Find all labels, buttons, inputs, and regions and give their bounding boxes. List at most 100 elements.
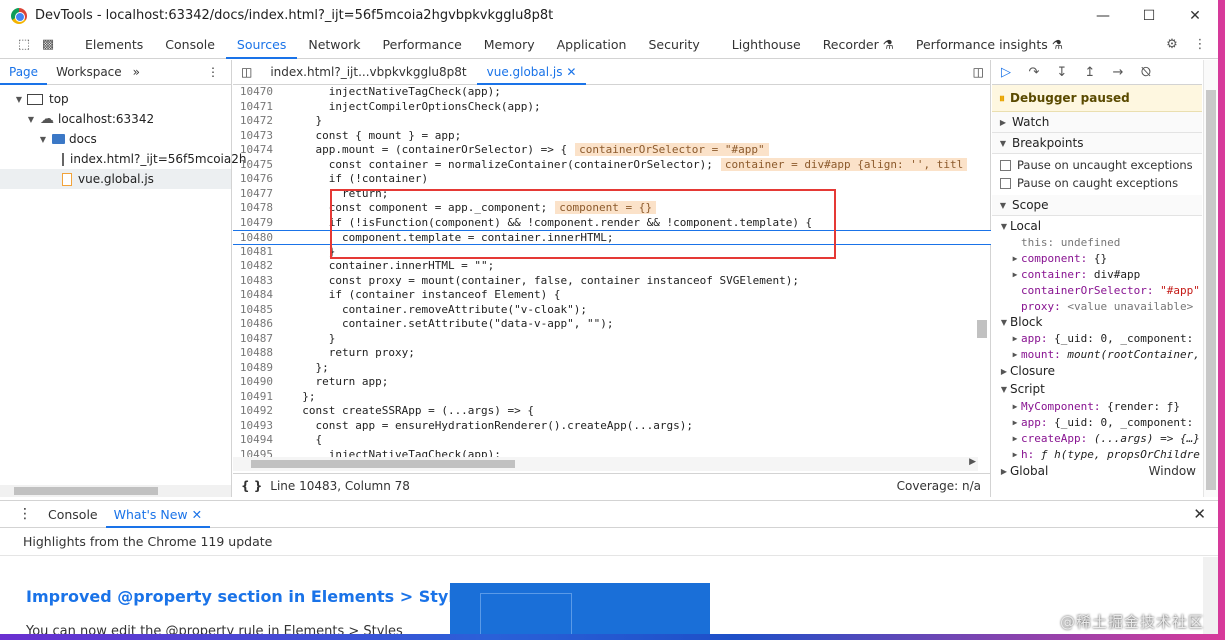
tab-application[interactable]: Application: [546, 31, 638, 59]
line-number[interactable]: 10476: [233, 172, 277, 187]
step-out-icon[interactable]: ↥: [1076, 62, 1104, 82]
debugger-scrollbar[interactable]: [1203, 60, 1218, 497]
inspect-element-icon[interactable]: ⬚: [12, 35, 36, 55]
code-vertical-scrollbar[interactable]: [977, 320, 987, 338]
code-line[interactable]: 10474 app.mount = (containerOrSelector) …: [233, 143, 991, 158]
settings-gear-icon[interactable]: ⚙: [1160, 35, 1184, 55]
deactivate-breakpoints-icon[interactable]: ⦰: [1132, 62, 1160, 82]
scope-var[interactable]: ▶ app: {_uid: 0, _component:: [992, 330, 1202, 346]
tree-item-host[interactable]: ▼ ☁ localhost:63342: [0, 109, 231, 129]
tree-item-index-html[interactable]: index.html?_ijt=56f5mcoia2h: [0, 149, 246, 169]
close-tab-icon[interactable]: ✕: [566, 65, 576, 79]
scope-var[interactable]: containerOrSelector: "#app": [992, 282, 1202, 298]
line-number[interactable]: 10493: [233, 419, 277, 434]
drawer-scrollbar[interactable]: [1203, 557, 1218, 634]
maximize-icon[interactable]: ☐: [1126, 0, 1172, 31]
code-line[interactable]: 10471 injectCompilerOptionsCheck(app);: [233, 100, 991, 115]
pretty-print-icon[interactable]: { }: [233, 479, 270, 493]
tab-page[interactable]: Page: [0, 60, 48, 85]
line-number[interactable]: 10489: [233, 361, 277, 376]
line-number[interactable]: 10479: [233, 216, 277, 231]
toggle-debugger-icon[interactable]: ◫: [963, 60, 990, 85]
code-line[interactable]: 10490 return app;: [233, 375, 991, 390]
navigator-scrollbar[interactable]: [0, 485, 231, 497]
scope-var[interactable]: ▶ createApp: (...args) => {…}: [992, 430, 1202, 446]
scope-closure[interactable]: ▶ Closure: [992, 362, 1202, 380]
drawer-tab-whats-new[interactable]: What's New ✕: [105, 501, 211, 528]
step-over-icon[interactable]: ↷: [1020, 62, 1048, 82]
code-line[interactable]: 10472 }: [233, 114, 991, 129]
scope-var[interactable]: ▶ MyComponent: {render: ƒ}: [992, 398, 1202, 414]
scope-script[interactable]: ▼ Script: [992, 380, 1202, 398]
line-number[interactable]: 10471: [233, 100, 277, 115]
close-drawer-icon[interactable]: ✕: [1185, 501, 1218, 528]
line-number[interactable]: 10491: [233, 390, 277, 405]
scope-global[interactable]: ▶ Global Window: [992, 462, 1202, 480]
pause-caught-checkbox[interactable]: Pause on caught exceptions: [992, 174, 1202, 192]
section-watch[interactable]: ▶ Watch: [992, 112, 1202, 133]
scope-local[interactable]: ▼ Local: [992, 218, 1202, 234]
tab-memory[interactable]: Memory: [473, 31, 546, 59]
code-line[interactable]: 10495 injectNativeTagCheck(app);: [233, 448, 991, 458]
line-number[interactable]: 10494: [233, 433, 277, 448]
tree-item-docs[interactable]: ▼ docs: [0, 129, 231, 149]
line-number[interactable]: 10486: [233, 317, 277, 332]
code-line[interactable]: 10491 };: [233, 390, 991, 405]
code-line[interactable]: 10488 return proxy;: [233, 346, 991, 361]
whats-new-heading[interactable]: Improved @property section in Elements >…: [26, 587, 474, 606]
code-line[interactable]: 10487 }: [233, 332, 991, 347]
line-number[interactable]: 10474: [233, 143, 277, 158]
drawer-tab-console[interactable]: Console: [40, 501, 106, 528]
scope-var[interactable]: ▶ container: div#app: [992, 266, 1202, 282]
code-line[interactable]: 10475 const container = normalizeContain…: [233, 157, 991, 173]
line-number[interactable]: 10477: [233, 187, 277, 202]
line-number[interactable]: 10485: [233, 303, 277, 318]
editor-tab-vue-global-js[interactable]: vue.global.js ✕: [476, 60, 587, 85]
code-line[interactable]: 10489 };: [233, 361, 991, 376]
drawer-menu-icon[interactable]: ⋮: [0, 501, 40, 528]
tab-recorder[interactable]: Recorder ⚗: [812, 31, 905, 59]
code-line[interactable]: 10483 const proxy = mount(container, fal…: [233, 274, 991, 289]
code-line[interactable]: 10493 const app = ensureHydrationRendere…: [233, 419, 991, 434]
scope-var[interactable]: proxy: <value unavailable>: [992, 298, 1202, 314]
tab-workspace[interactable]: Workspace: [47, 60, 131, 85]
scope-var[interactable]: ▶ app: {_uid: 0, _component:: [992, 414, 1202, 430]
tree-item-vue-global-js[interactable]: vue.global.js: [0, 169, 231, 189]
code-line[interactable]: 10494 {: [233, 433, 991, 448]
scope-var[interactable]: ▶ component: {}: [992, 250, 1202, 266]
scope-var[interactable]: ▶ mount: mount(rootContainer,: [992, 346, 1202, 362]
tab-performance-insights[interactable]: Performance insights ⚗: [905, 31, 1074, 59]
scope-block[interactable]: ▼ Block: [992, 314, 1202, 330]
line-number[interactable]: 10492: [233, 404, 277, 419]
section-scope[interactable]: ▼ Scope: [992, 195, 1202, 216]
tab-elements[interactable]: Elements: [74, 31, 154, 59]
line-number[interactable]: 10488: [233, 346, 277, 361]
line-number[interactable]: 10481: [233, 245, 277, 260]
tab-console[interactable]: Console: [154, 31, 226, 59]
code-line[interactable]: 10492 const createSSRApp = (...args) => …: [233, 404, 991, 419]
navigator-menu-icon[interactable]: ⋮: [198, 60, 231, 85]
tab-lighthouse[interactable]: Lighthouse: [721, 31, 812, 59]
line-number[interactable]: 10478: [233, 201, 277, 216]
code-view[interactable]: 10470 injectNativeTagCheck(app); 10471 in…: [233, 85, 991, 457]
line-number[interactable]: 10475: [233, 158, 277, 173]
scope-var[interactable]: this: undefined: [992, 234, 1202, 250]
tab-performance[interactable]: Performance: [372, 31, 473, 59]
step-icon[interactable]: →: [1104, 62, 1132, 82]
line-number[interactable]: 10480: [233, 231, 277, 244]
tab-network[interactable]: Network: [297, 31, 371, 59]
minimize-icon[interactable]: —: [1080, 0, 1126, 31]
code-line[interactable]: 10485 container.removeAttribute("v-cloak…: [233, 303, 991, 318]
section-breakpoints[interactable]: ▼ Breakpoints: [992, 133, 1202, 154]
code-line[interactable]: 10470 injectNativeTagCheck(app);: [233, 85, 991, 100]
code-line[interactable]: 10476 if (!container): [233, 172, 991, 187]
code-line[interactable]: 10473 const { mount } = app;: [233, 129, 991, 144]
close-tab-icon[interactable]: ✕: [192, 507, 202, 522]
line-number[interactable]: 10495: [233, 448, 277, 458]
line-number[interactable]: 10472: [233, 114, 277, 129]
line-number[interactable]: 10484: [233, 288, 277, 303]
more-options-icon[interactable]: ⋮: [1188, 35, 1212, 55]
pause-uncaught-checkbox[interactable]: Pause on uncaught exceptions: [992, 156, 1202, 174]
tree-item-top[interactable]: ▼ top: [0, 89, 231, 109]
toggle-navigator-icon[interactable]: ◫: [233, 60, 260, 85]
